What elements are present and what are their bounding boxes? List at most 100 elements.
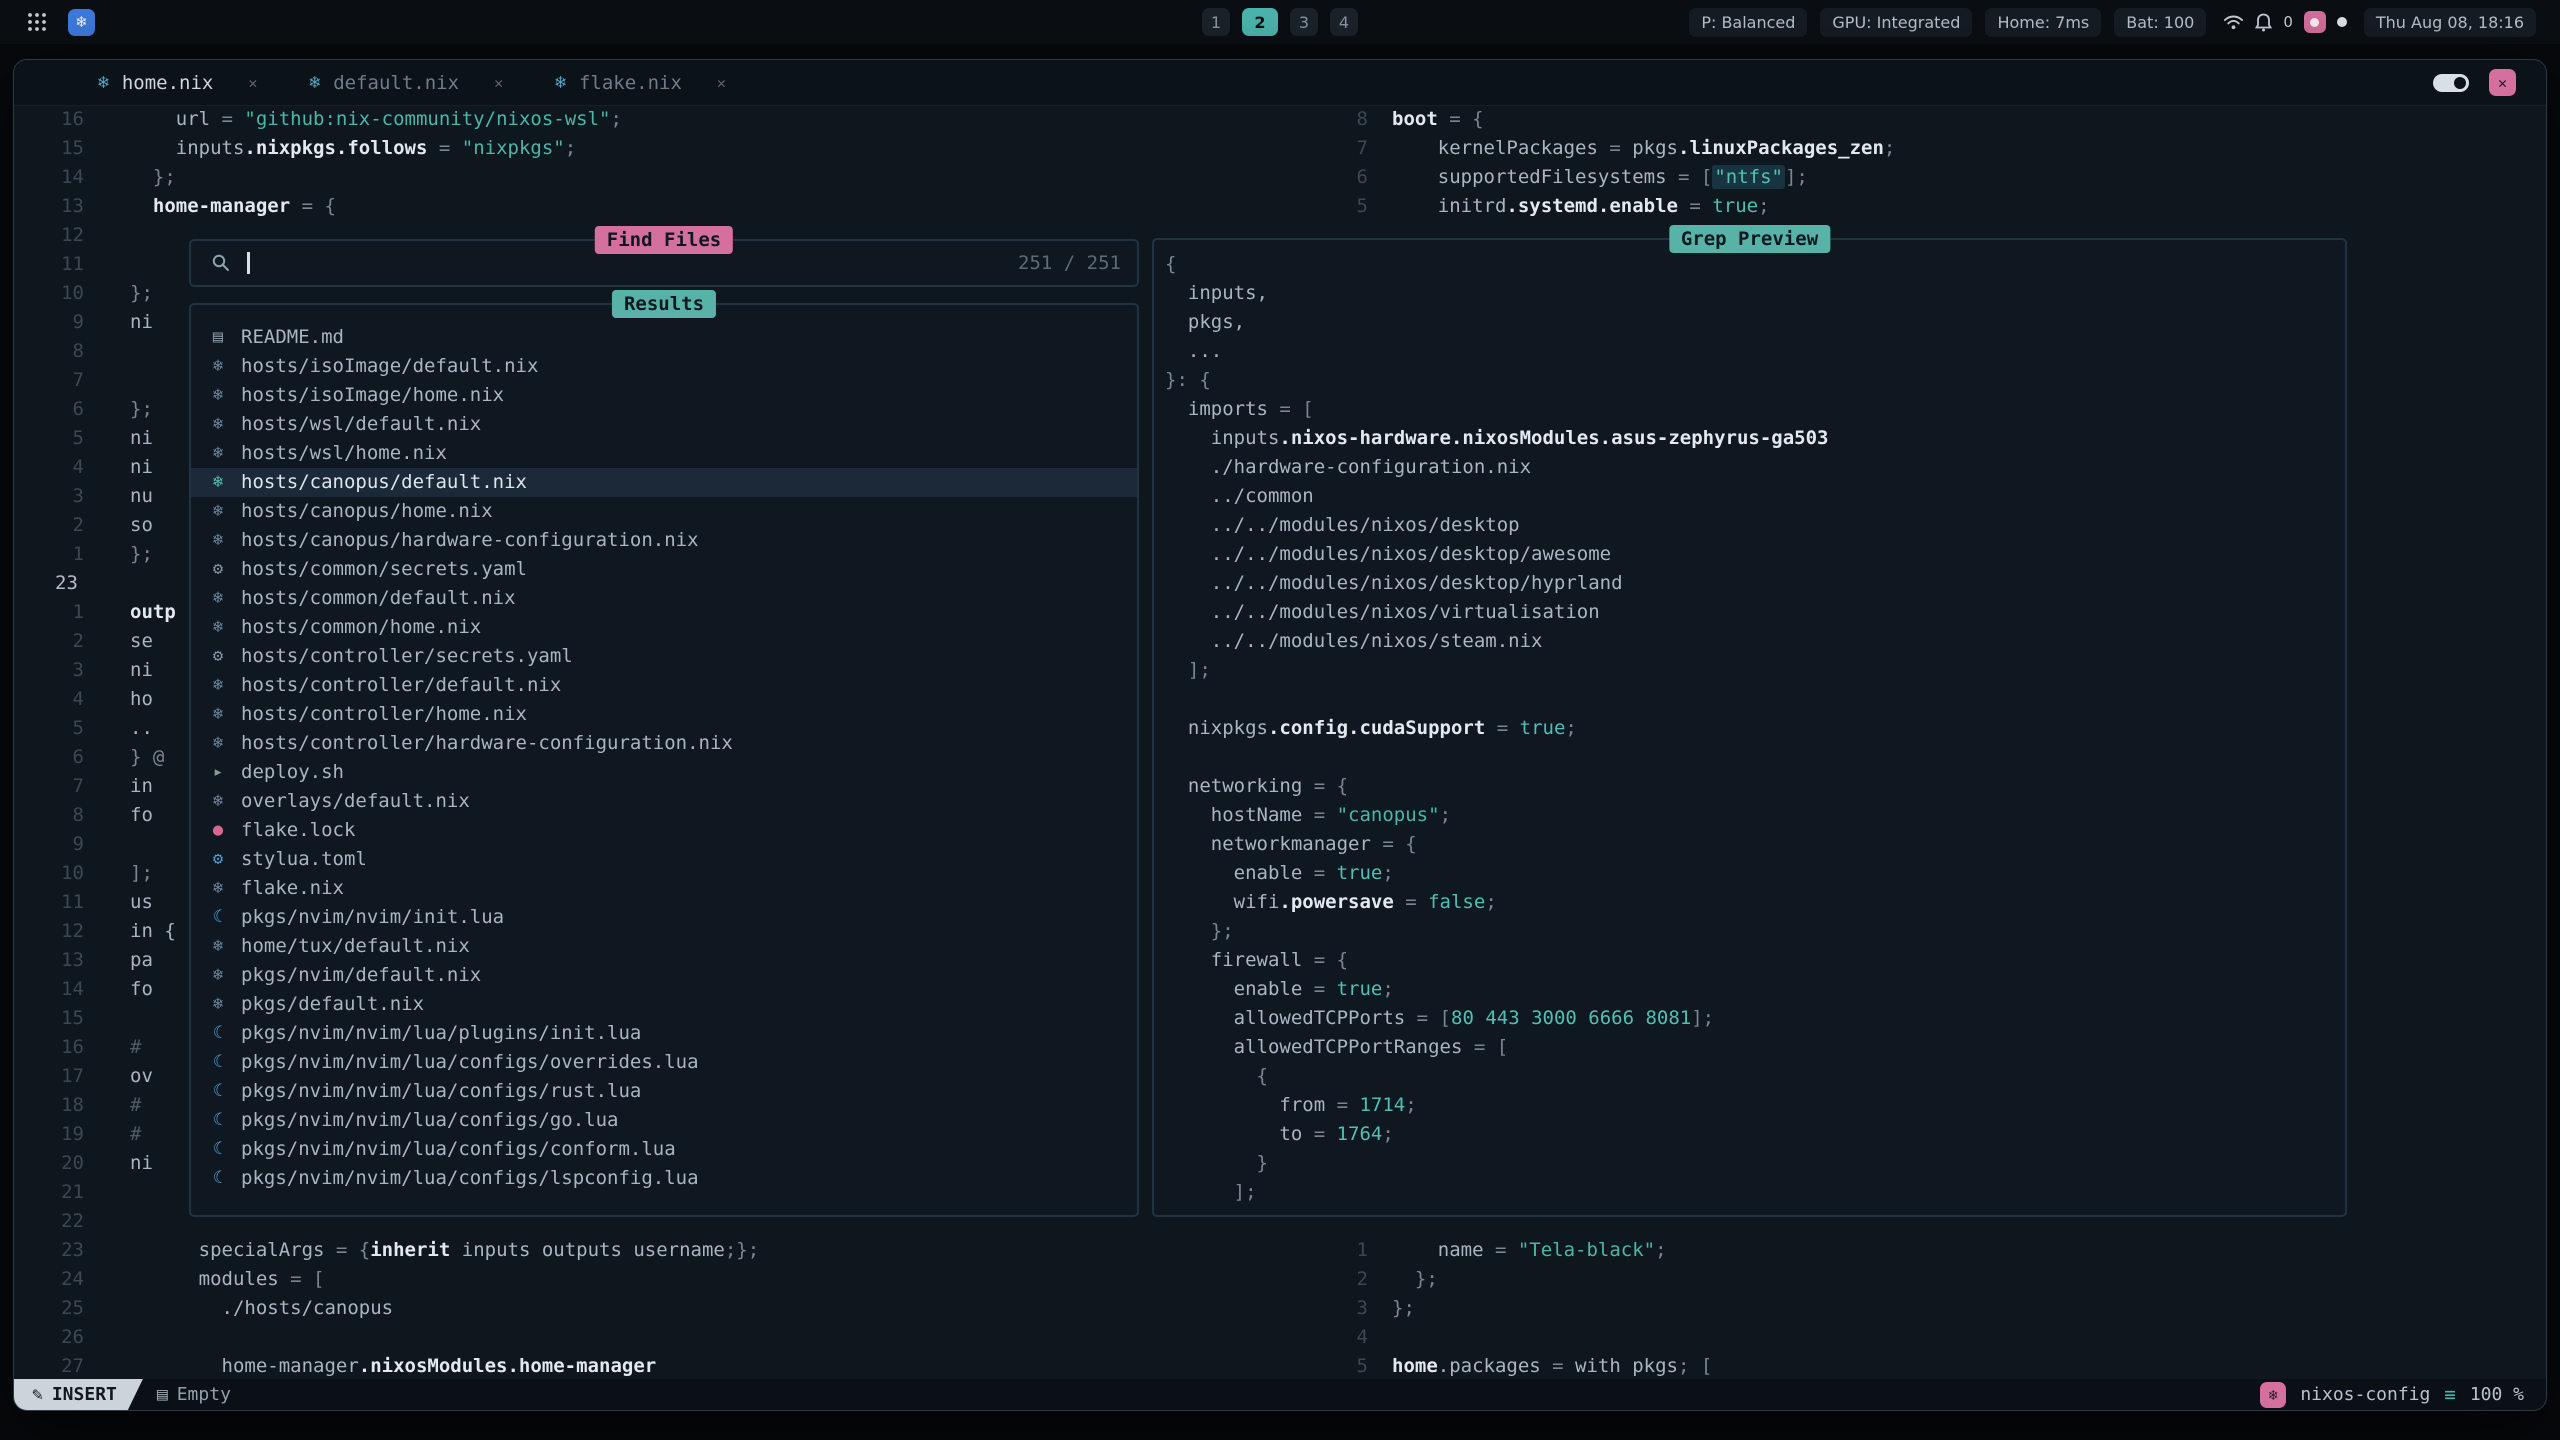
result-item[interactable]: ❄pkgs/nvim/default.nix [191, 961, 1137, 990]
result-item[interactable]: ▤ README.md [191, 323, 1137, 352]
preview-line: pkgs, [1165, 308, 2339, 337]
result-item[interactable]: ❄hosts/common/default.nix [191, 584, 1137, 613]
line-number: 11 [38, 250, 84, 279]
result-item[interactable]: ☾pkgs/nvim/nvim/init.lua [191, 903, 1137, 932]
app-launcher-icon[interactable] [24, 9, 50, 35]
result-filename: pkgs/nvim/nvim/lua/configs/go.lua [241, 1106, 619, 1135]
result-item[interactable]: ❄hosts/controller/home.nix [191, 700, 1137, 729]
tray-dot-icon[interactable] [2337, 17, 2347, 27]
line-number: 3 [38, 656, 84, 685]
workspace-button-4[interactable]: 4 [1330, 8, 1358, 36]
result-item[interactable]: ☾pkgs/nvim/nvim/lua/configs/lspconfig.lu… [191, 1164, 1137, 1193]
result-item[interactable]: ⚙hosts/controller/secrets.yaml [191, 642, 1137, 671]
result-item[interactable]: ❄ overlays/default.nix [191, 787, 1137, 816]
preview-line: ]; [1165, 656, 2339, 685]
recording-badge[interactable] [2304, 11, 2326, 33]
close-tab-icon[interactable]: ✕ [248, 74, 257, 92]
result-item[interactable]: ❄hosts/isoImage/home.nix [191, 381, 1137, 410]
line-number: 19 [38, 1120, 84, 1149]
markdown-icon: ▤ [207, 323, 229, 352]
close-tab-icon[interactable]: ✕ [717, 74, 726, 92]
preview-line: ../../modules/nixos/desktop/awesome [1165, 540, 2339, 569]
lines-icon: ≡ [2444, 1384, 2455, 1406]
code-line: 6 supportedFilesystems = ["ntfs"]; [14, 163, 2546, 192]
line-number: 7 [1316, 134, 1368, 163]
result-item[interactable]: ☾pkgs/nvim/nvim/lua/configs/rust.lua [191, 1077, 1137, 1106]
mode-label: INSERT [52, 1384, 117, 1405]
status-line: ✎ INSERT ▤ Empty ❄ nixos-config ≡ 100 % [14, 1379, 2546, 1410]
line-number: 12 [38, 917, 84, 946]
result-item[interactable]: ⚙hosts/common/secrets.yaml [191, 555, 1137, 584]
result-item[interactable]: ☾pkgs/nvim/nvim/lua/configs/conform.lua [191, 1135, 1137, 1164]
preview-line: from = 1714; [1165, 1091, 2339, 1120]
match-counter: 251 / 251 [1018, 252, 1121, 274]
line-number: 6 [38, 395, 84, 424]
result-item[interactable]: ❄hosts/canopus/default.nix [191, 468, 1137, 497]
preview-line: firewall = { [1165, 946, 2339, 975]
grep-preview-window: Grep Preview { inputs, pkgs, ...}: { imp… [1152, 238, 2347, 1217]
nix-icon: ❄ [207, 497, 229, 526]
result-item[interactable]: ❄hosts/controller/hardware-configuration… [191, 729, 1137, 758]
notification-bell-icon[interactable] [2255, 13, 2272, 32]
line-number: 10 [38, 859, 84, 888]
result-filename: hosts/common/home.nix [241, 613, 481, 642]
tray-icons: 0 [2219, 11, 2351, 33]
result-item[interactable]: ❄flake.nix [191, 874, 1137, 903]
preview-line: ../../modules/nixos/virtualisation [1165, 598, 2339, 627]
search-icon [211, 253, 231, 273]
result-filename: deploy.sh [241, 758, 344, 787]
result-filename: hosts/common/secrets.yaml [241, 555, 527, 584]
lua-icon: ☾ [207, 1106, 229, 1135]
result-item[interactable]: ❄hosts/wsl/default.nix [191, 410, 1137, 439]
result-item[interactable]: ❄hosts/controller/default.nix [191, 671, 1137, 700]
line-number: 1 [1316, 1236, 1368, 1265]
preview-line: ../../modules/nixos/desktop/hyprland [1165, 569, 2339, 598]
close-tab-icon[interactable]: ✕ [494, 74, 503, 92]
result-filename: README.md [241, 323, 344, 352]
result-filename: overlays/default.nix [241, 787, 470, 816]
tab-label: home.nix [122, 72, 214, 94]
toml-icon: ⚙ [207, 845, 229, 874]
tab-flake.nix[interactable]: ❄ flake.nix ✕ [555, 72, 726, 94]
result-item[interactable]: ⚙stylua.toml [191, 845, 1137, 874]
result-item[interactable]: ☾pkgs/nvim/nvim/lua/plugins/init.lua [191, 1019, 1137, 1048]
result-item[interactable]: ❄pkgs/default.nix [191, 990, 1137, 1019]
result-item[interactable]: ❄hosts/common/home.nix [191, 613, 1137, 642]
line-number: 9 [38, 830, 84, 859]
lua-icon: ☾ [207, 1019, 229, 1048]
result-item[interactable]: ❄hosts/isoImage/default.nix [191, 352, 1137, 381]
result-item[interactable]: ❄hosts/wsl/home.nix [191, 439, 1137, 468]
tab-label: flake.nix [579, 72, 682, 94]
wifi-icon[interactable] [2223, 13, 2244, 31]
tab-default.nix[interactable]: ❄default.nix✕ [309, 72, 503, 94]
nix-file-icon: ❄ [555, 72, 566, 93]
result-item[interactable]: ▸deploy.sh [191, 758, 1137, 787]
line-number: 4 [1316, 1323, 1368, 1352]
result-filename: hosts/common/default.nix [241, 584, 516, 613]
nix-icon: ❄ [207, 352, 229, 381]
workspace-button-1[interactable]: 1 [1202, 8, 1230, 36]
tab-home.nix[interactable]: ❄home.nix✕ [98, 72, 257, 94]
preview-line: ../../modules/nixos/desktop [1165, 511, 2339, 540]
clock: Thu Aug 08, 18:16 [2364, 8, 2536, 37]
result-filename: hosts/wsl/home.nix [241, 439, 447, 468]
workspace-button-3[interactable]: 3 [1290, 8, 1318, 36]
pin-toggle-icon[interactable] [2433, 74, 2469, 92]
result-item[interactable]: ☾pkgs/nvim/nvim/lua/configs/overrides.lu… [191, 1048, 1137, 1077]
distro-logo-icon[interactable]: ❄ [68, 9, 95, 36]
file-indicator: ▤ Empty [143, 1384, 245, 1405]
result-item[interactable]: ❄hosts/canopus/home.nix [191, 497, 1137, 526]
workspace-button-2[interactable]: 2 [1242, 8, 1278, 36]
result-item[interactable]: ☾ pkgs/nvim/nvim/lua/configs/go.lua [191, 1106, 1137, 1135]
preview-line: enable = true; [1165, 859, 2339, 888]
line-number: 5 [38, 424, 84, 453]
window-close-icon[interactable]: ✕ [2489, 69, 2516, 96]
result-item[interactable]: ●flake.lock [191, 816, 1137, 845]
preview-line: to = 1764; [1165, 1120, 2339, 1149]
nix-icon: ❄ [207, 787, 229, 816]
line-number: 10 [38, 279, 84, 308]
results-list[interactable]: ▤README.md❄hosts/isoImage/default.nix❄ho… [191, 323, 1137, 1193]
line-number: 5 [1316, 1352, 1368, 1381]
result-item[interactable]: ❄home/tux/default.nix [191, 932, 1137, 961]
result-item[interactable]: ❄hosts/canopus/hardware-configuration.ni… [191, 526, 1137, 555]
